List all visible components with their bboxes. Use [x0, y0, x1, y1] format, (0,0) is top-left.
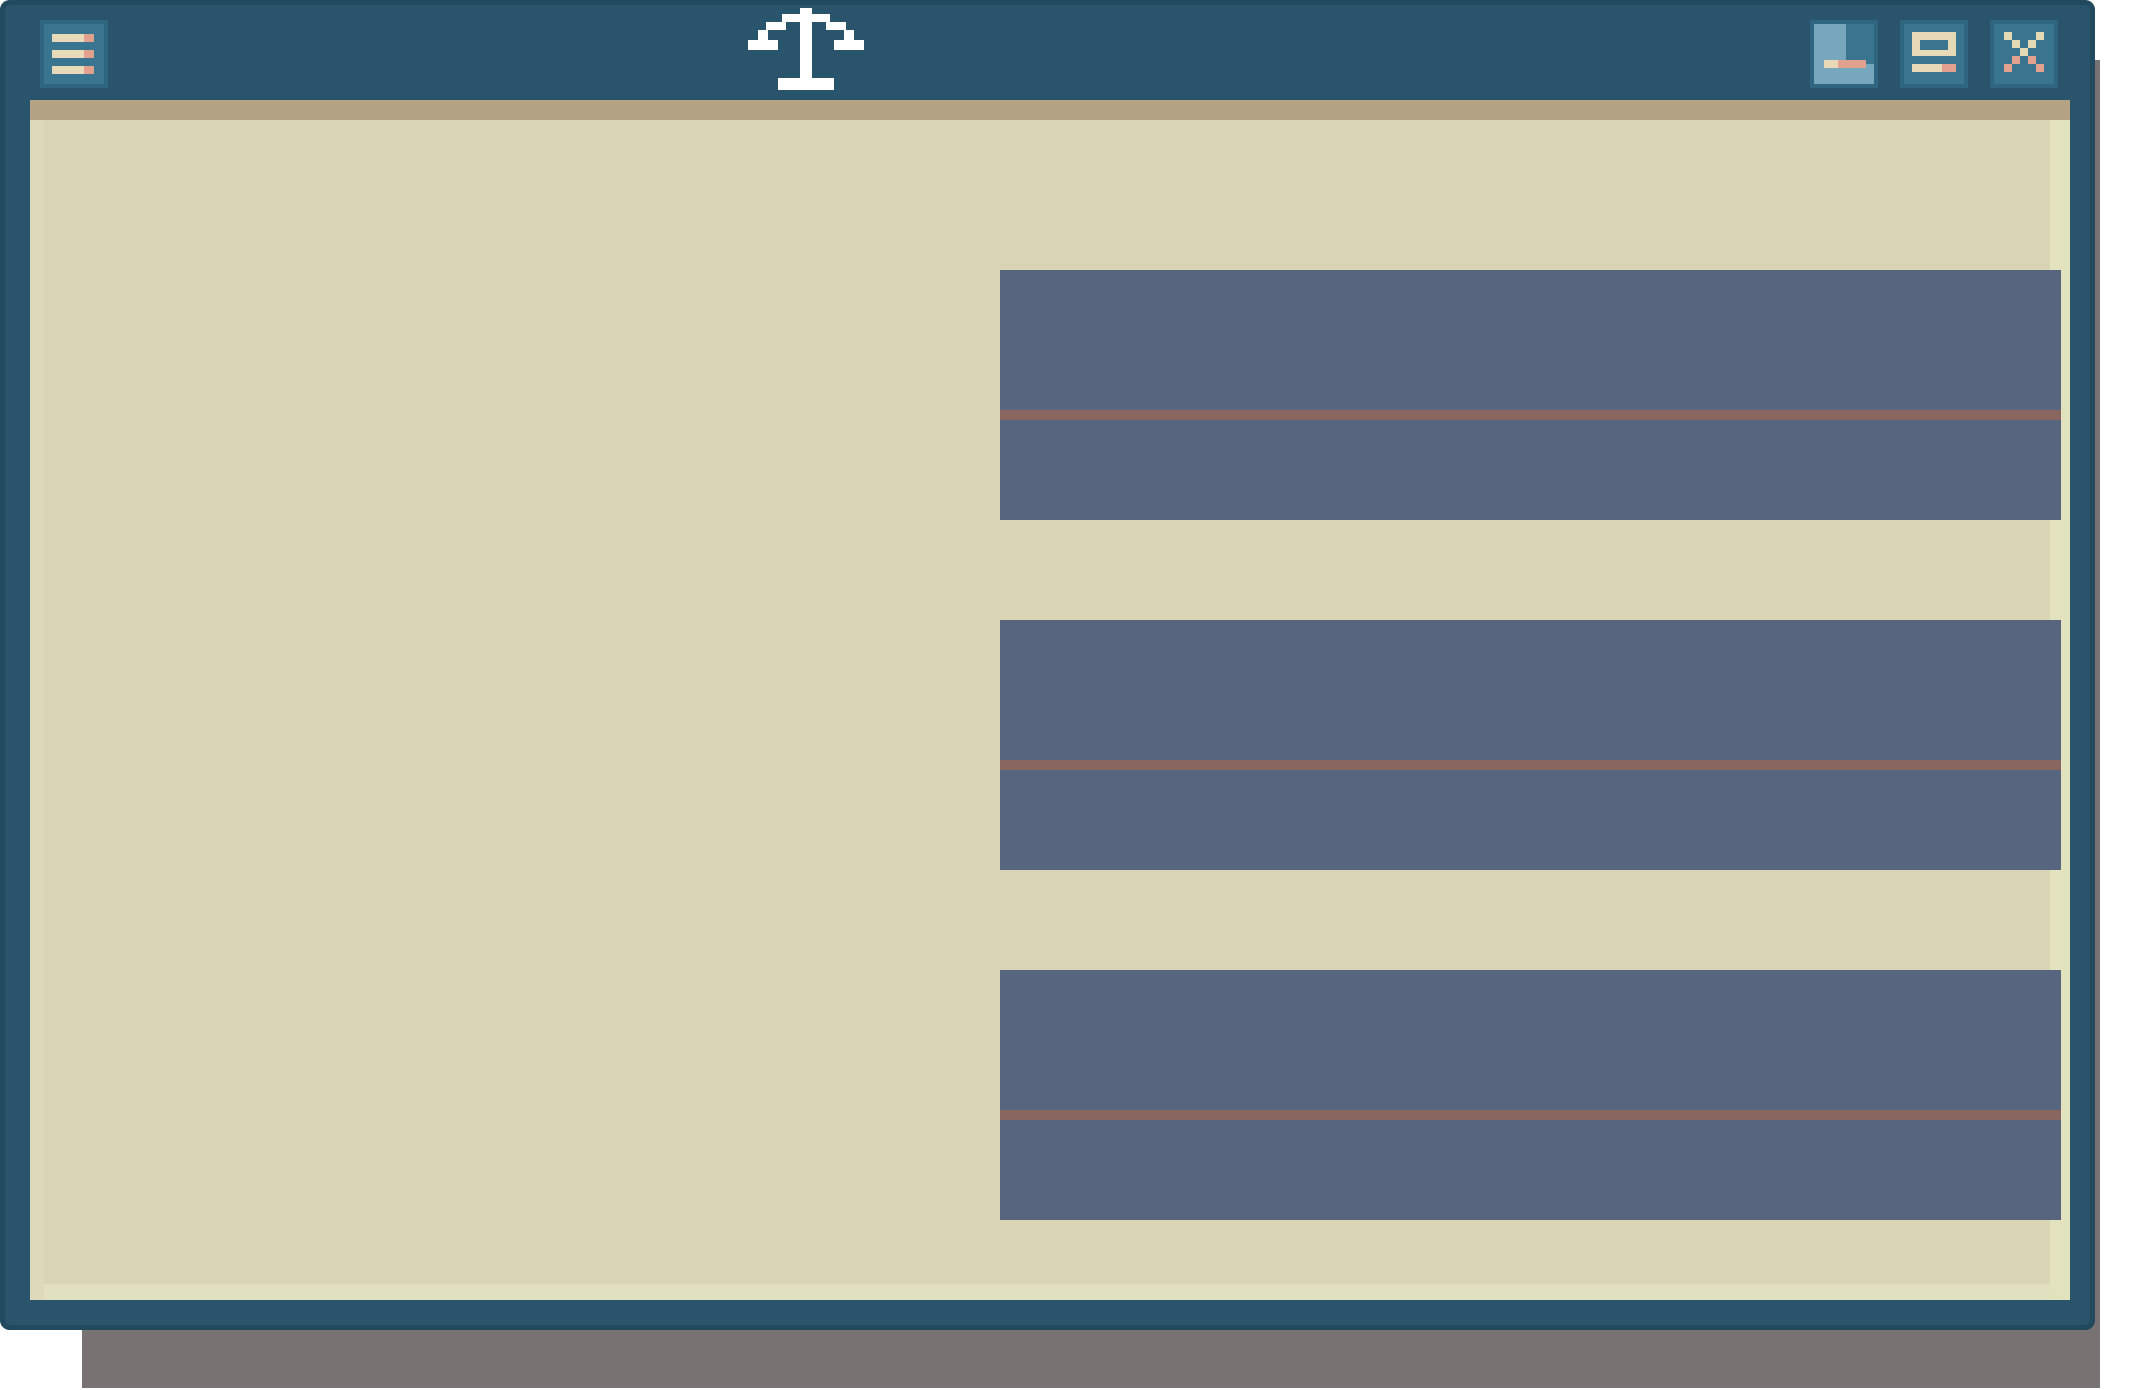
title-bar[interactable]: [0, 0, 2095, 100]
close-button[interactable]: [1990, 20, 2058, 88]
panel-divider: [1000, 1110, 2061, 1120]
panel[interactable]: [1000, 270, 2061, 520]
content-area: [30, 100, 2070, 1300]
scales-icon: [748, 8, 864, 90]
minimize-icon: [1814, 24, 1874, 84]
menu-icon: [52, 34, 94, 74]
app-window: [0, 0, 2095, 1330]
panel[interactable]: [1000, 620, 2061, 870]
panel[interactable]: [1000, 970, 2061, 1220]
maximize-icon: [1912, 32, 1956, 72]
maximize-button[interactable]: [1900, 20, 1968, 88]
minimize-button[interactable]: [1810, 20, 1878, 88]
menu-button[interactable]: [40, 20, 108, 88]
panel-divider: [1000, 410, 2061, 420]
panel-divider: [1000, 760, 2061, 770]
close-icon: [2004, 32, 2044, 72]
